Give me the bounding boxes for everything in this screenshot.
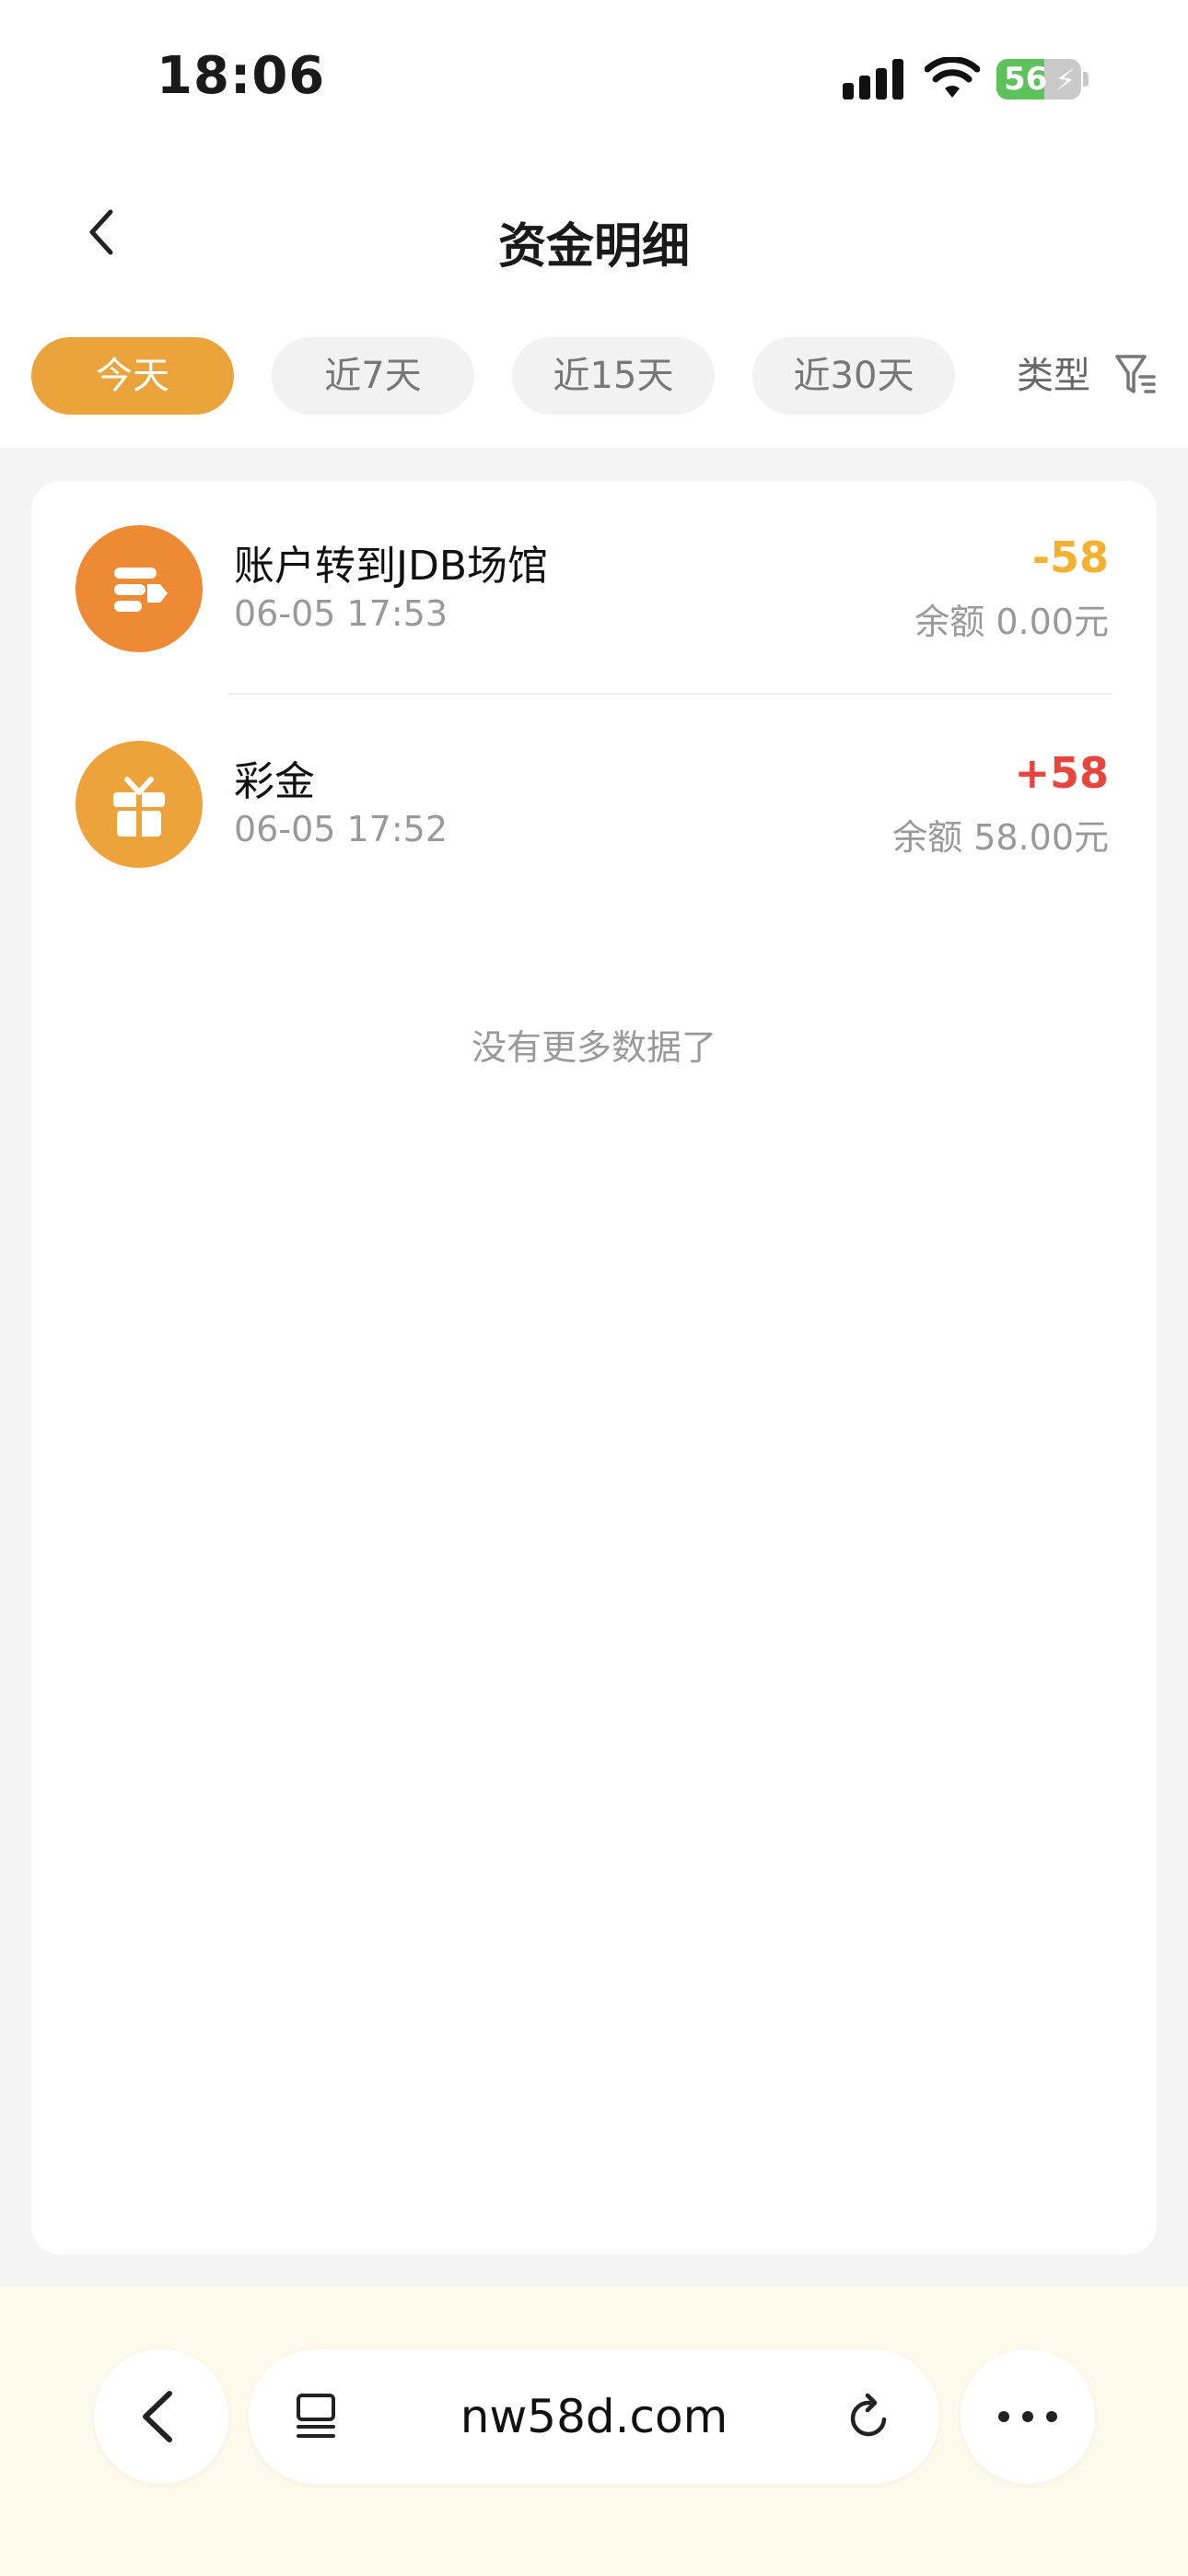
browser-back-button[interactable] bbox=[94, 2349, 228, 2484]
reload-icon[interactable] bbox=[844, 2392, 895, 2443]
transaction-title: 账户转到JDB场馆 bbox=[234, 543, 549, 590]
browser-more-button[interactable] bbox=[961, 2349, 1095, 2484]
transaction-time: 06-05 17:53 bbox=[234, 593, 448, 634]
transaction-list-card: 账户转到JDB场馆 06-05 17:53 -58 余额 0.00元 彩金 06… bbox=[31, 481, 1157, 2254]
transaction-balance: 余额 0.00元 bbox=[914, 602, 1109, 642]
transaction-row[interactable]: 账户转到JDB场馆 06-05 17:53 -58 余额 0.00元 bbox=[31, 525, 1157, 700]
battery-indicator: 56 ⚡ bbox=[996, 59, 1081, 100]
browser-toolbar: nw58d.com bbox=[0, 2287, 1188, 2576]
cellular-signal-icon bbox=[843, 59, 903, 100]
status-time: 18:06 bbox=[157, 46, 326, 106]
tab-today[interactable]: 今天 bbox=[31, 337, 234, 415]
no-more-data-text: 没有更多数据了 bbox=[471, 1027, 716, 1068]
tab-15-days[interactable]: 近15天 bbox=[512, 337, 715, 415]
charging-icon: ⚡ bbox=[1054, 63, 1076, 98]
transaction-amount: -58 bbox=[1031, 533, 1109, 582]
battery-percent: 56 bbox=[1004, 61, 1048, 98]
gift-icon bbox=[76, 741, 203, 868]
url-text: nw58d.com bbox=[460, 2390, 728, 2443]
transaction-time: 06-05 17:52 bbox=[234, 809, 448, 849]
wifi-icon bbox=[925, 57, 980, 98]
address-bar[interactable]: nw58d.com bbox=[249, 2349, 939, 2484]
row-divider bbox=[228, 693, 1112, 695]
date-filter-tabs: 今天 近7天 近15天 近30天 bbox=[0, 337, 1188, 415]
page-title: 资金明细 bbox=[497, 219, 690, 275]
chevron-left-icon bbox=[143, 2391, 172, 2442]
battery-tip bbox=[1083, 72, 1089, 87]
tab-7-days[interactable]: 近7天 bbox=[272, 337, 474, 415]
transaction-row[interactable]: 彩金 06-05 17:52 +58 余额 58.00元 bbox=[31, 741, 1157, 916]
filter-icon[interactable] bbox=[1114, 353, 1157, 397]
tab-30-days[interactable]: 近30天 bbox=[752, 337, 955, 415]
more-dots-icon bbox=[998, 2411, 1057, 2422]
type-filter-button[interactable]: 类型 bbox=[1017, 337, 1090, 415]
transaction-title: 彩金 bbox=[234, 758, 315, 805]
transfer-icon bbox=[76, 525, 203, 652]
transaction-balance: 余额 58.00元 bbox=[892, 817, 1109, 858]
header-area: 18:06 56 ⚡ 资金明细 今天 近7天 近15天 近30天 类型 bbox=[0, 0, 1188, 448]
transaction-amount: +58 bbox=[1014, 748, 1109, 798]
